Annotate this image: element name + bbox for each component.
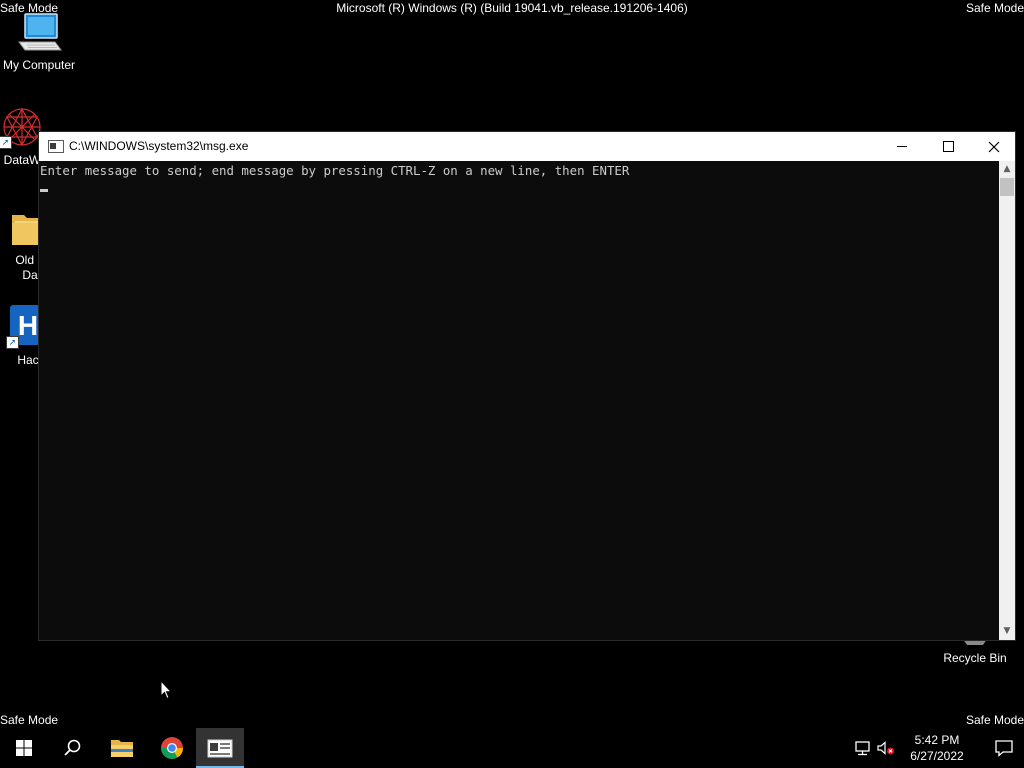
console-prompt-text: Enter message to send; end message by pr… bbox=[40, 163, 630, 178]
msg-exe-taskbar-button[interactable] bbox=[196, 728, 244, 768]
shortcut-arrow-icon: ➚ bbox=[6, 336, 19, 349]
msg-console-window[interactable]: C:\WINDOWS\system32\msg.exe Enter messag… bbox=[38, 131, 1016, 641]
minimize-icon bbox=[897, 146, 907, 147]
scroll-up-button[interactable]: ▲ bbox=[999, 161, 1015, 178]
build-label: Microsoft (R) Windows (R) (Build 19041.v… bbox=[336, 1, 688, 15]
windows-logo-icon bbox=[16, 740, 32, 756]
taskbar-clock[interactable]: 5:42 PM 6/27/2022 bbox=[894, 732, 980, 764]
window-title: C:\WINDOWS\system32\msg.exe bbox=[69, 139, 249, 153]
console-app-icon bbox=[207, 739, 233, 758]
safe-mode-label-top-right: Safe Mode bbox=[965, 1, 1024, 15]
my-computer-icon bbox=[15, 12, 63, 54]
taskbar: 5:42 PM 6/27/2022 bbox=[0, 728, 1024, 768]
clock-date: 6/27/2022 bbox=[910, 749, 964, 763]
folder-icon bbox=[111, 740, 133, 757]
shortcut-arrow-icon: ➚ bbox=[0, 136, 12, 149]
scrollbar-thumb[interactable] bbox=[1000, 178, 1014, 196]
window-title-bar[interactable]: C:\WINDOWS\system32\msg.exe bbox=[39, 132, 1015, 161]
chrome-button[interactable] bbox=[148, 728, 196, 768]
console-app-icon bbox=[48, 140, 64, 153]
desktop: Safe Mode Microsoft (R) Windows (R) (Bui… bbox=[0, 0, 1024, 768]
search-icon bbox=[64, 739, 81, 756]
vertical-scrollbar[interactable]: ▲ ▼ bbox=[999, 161, 1015, 640]
text-cursor bbox=[40, 189, 48, 192]
start-button[interactable] bbox=[0, 728, 48, 768]
chrome-icon bbox=[161, 737, 183, 759]
safe-mode-label-bottom-right: Safe Mode bbox=[965, 713, 1024, 727]
system-tray: 5:42 PM 6/27/2022 bbox=[854, 728, 1024, 768]
safe-mode-label-bottom-left: Safe Mode bbox=[0, 713, 59, 727]
maximize-button[interactable] bbox=[925, 132, 971, 161]
maximize-icon bbox=[942, 141, 954, 152]
mouse-pointer-icon bbox=[160, 679, 173, 704]
minimize-button[interactable] bbox=[879, 132, 925, 161]
close-icon bbox=[988, 141, 1000, 152]
close-button[interactable] bbox=[971, 132, 1017, 161]
desktop-icon-my-computer[interactable]: My Computer bbox=[0, 12, 79, 73]
desktop-icon-label: Recycle Bin bbox=[943, 651, 1007, 665]
console-text-area[interactable]: Enter message to send; end message by pr… bbox=[39, 161, 999, 640]
svg-text:H: H bbox=[18, 310, 38, 341]
action-center-icon[interactable] bbox=[994, 739, 1014, 757]
file-explorer-button[interactable] bbox=[98, 728, 146, 768]
desktop-icon-label: My Computer bbox=[2, 58, 76, 72]
search-button[interactable] bbox=[48, 728, 96, 768]
volume-muted-icon[interactable] bbox=[876, 740, 896, 756]
scroll-down-button[interactable]: ▼ bbox=[999, 623, 1015, 640]
network-icon[interactable] bbox=[854, 740, 874, 756]
clock-time: 5:42 PM bbox=[914, 733, 960, 747]
